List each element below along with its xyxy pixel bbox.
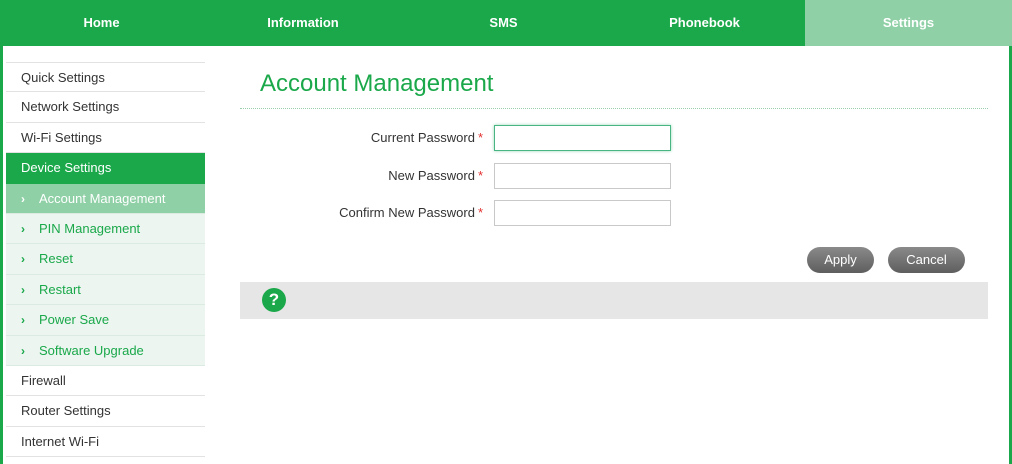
required-mark: * (477, 205, 483, 220)
sidebar-item-label: PIN Management (39, 220, 141, 236)
sidebar-item-network-settings[interactable]: Network Settings (6, 92, 205, 123)
sidebar-item-label: Account Management (39, 190, 166, 206)
new-password-field[interactable] (494, 163, 671, 189)
sidebar-item-reset[interactable]: › Reset (6, 244, 205, 275)
chevron-right-icon: › (21, 313, 25, 328)
sidebar-item-label: Software Upgrade (39, 342, 144, 358)
apply-button[interactable]: Apply (807, 247, 874, 273)
current-password-label: Current Password * (370, 130, 483, 145)
help-bar: ? (240, 282, 988, 319)
tab-sms[interactable]: SMS (403, 0, 604, 46)
top-navigation: Home Information SMS Phonebook Settings (0, 0, 1012, 46)
sidebar-item-power-save[interactable]: › Power Save (6, 305, 205, 336)
title-divider (240, 108, 988, 109)
chevron-right-icon: › (21, 191, 25, 206)
confirm-password-label: Confirm New Password * (339, 205, 483, 220)
required-mark: * (477, 130, 483, 145)
sidebar-item-internet-wifi[interactable]: Internet Wi-Fi (6, 426, 205, 458)
tab-home[interactable]: Home (0, 0, 203, 46)
tab-information[interactable]: Information (203, 0, 403, 46)
current-password-row: Current Password * (240, 125, 988, 151)
help-icon[interactable]: ? (262, 288, 286, 312)
chevron-right-icon: › (21, 252, 25, 267)
required-mark: * (477, 168, 483, 183)
confirm-password-row: Confirm New Password * (240, 200, 988, 226)
page-title: Account Management (260, 70, 494, 97)
sidebar: Quick Settings Network Settings Wi-Fi Se… (6, 62, 205, 458)
sidebar-item-quick-settings[interactable]: Quick Settings (6, 62, 205, 93)
sidebar-item-device-settings[interactable]: Device Settings (6, 153, 205, 184)
sidebar-item-router-settings[interactable]: Router Settings (6, 396, 205, 427)
sidebar-item-label: Reset (39, 251, 73, 267)
cancel-button[interactable]: Cancel (888, 247, 965, 273)
chevron-right-icon: › (21, 282, 25, 297)
sidebar-item-pin-management[interactable]: › PIN Management (6, 213, 205, 245)
confirm-password-field[interactable] (494, 200, 671, 226)
sidebar-item-firewall[interactable]: Firewall (6, 365, 205, 397)
sidebar-item-label: Restart (39, 281, 81, 297)
new-password-row: New Password * (240, 163, 988, 189)
tab-settings[interactable]: Settings (805, 0, 1012, 46)
sidebar-item-restart[interactable]: › Restart (6, 274, 205, 306)
sidebar-item-label: Power Save (39, 312, 110, 328)
current-password-field[interactable] (494, 125, 671, 151)
tab-phonebook[interactable]: Phonebook (604, 0, 805, 46)
sidebar-item-wifi-settings[interactable]: Wi-Fi Settings (6, 122, 205, 154)
new-password-label: New Password * (388, 168, 483, 183)
chevron-right-icon: › (21, 343, 25, 358)
sidebar-item-account-management[interactable]: › Account Management (6, 183, 205, 214)
sidebar-item-software-upgrade[interactable]: › Software Upgrade (6, 335, 205, 366)
chevron-right-icon: › (21, 221, 25, 236)
